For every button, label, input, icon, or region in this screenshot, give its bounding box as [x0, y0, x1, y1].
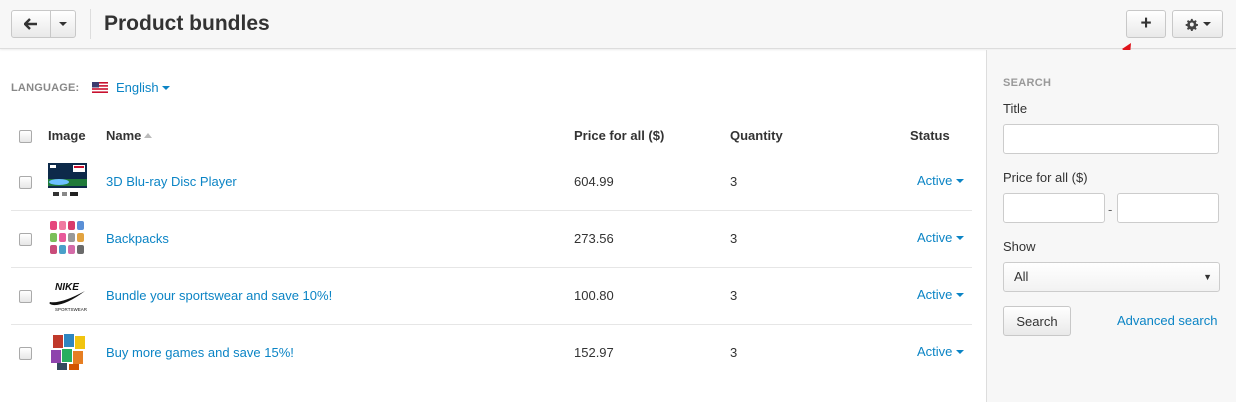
row-status-dropdown[interactable]: Active	[917, 344, 965, 359]
row-name-link[interactable]: 3D Blu-ray Disc Player	[106, 174, 237, 189]
advanced-search-link[interactable]: Advanced search	[1117, 313, 1217, 328]
chevron-down-icon	[956, 179, 965, 183]
search-button[interactable]: Search	[1003, 306, 1071, 336]
row-checkbox[interactable]	[19, 347, 32, 360]
sort-ascending-icon	[144, 133, 153, 138]
row-price: 604.99	[574, 174, 614, 189]
price-to-input[interactable]	[1117, 193, 1219, 223]
row-name-link[interactable]: Bundle your sportswear and save 10%!	[106, 288, 332, 303]
row-status-label: Active	[917, 344, 953, 359]
row-quantity: 3	[730, 288, 738, 303]
show-select[interactable]: All ▼	[1003, 262, 1220, 292]
column-header-image: Image	[48, 128, 86, 143]
chevron-down-icon	[1202, 22, 1211, 26]
backpacks-thumbnail[interactable]	[47, 219, 88, 257]
row-price: 100.80	[574, 288, 614, 303]
us-flag-icon	[92, 82, 108, 93]
row-price: 273.56	[574, 231, 614, 246]
chevron-down-icon	[956, 293, 965, 297]
blu-ray-player-thumbnail[interactable]	[47, 162, 88, 200]
column-header-quantity[interactable]: Quantity	[730, 128, 783, 143]
column-header-name-label: Name	[106, 128, 142, 143]
page-title: Product bundles	[104, 12, 270, 35]
row-status-label: Active	[917, 287, 953, 302]
language-label: LANGUAGE:	[11, 82, 80, 94]
toolbar-divider	[90, 9, 91, 39]
row-status-dropdown[interactable]: Active	[917, 230, 965, 245]
show-select-value: All	[1014, 269, 1029, 284]
top-toolbar: Product bundles +	[0, 0, 1236, 49]
row-status-dropdown[interactable]: Active	[917, 173, 965, 188]
row-status-dropdown[interactable]: Active	[917, 287, 965, 302]
chevron-down-icon	[956, 236, 965, 240]
row-quantity: 3	[730, 174, 738, 189]
show-label: Show	[1003, 239, 1036, 254]
language-selector[interactable]: English	[116, 80, 159, 95]
search-sidebar: SEARCH Title Price for all ($) - Show Al…	[986, 50, 1236, 402]
nike-sportswear-logo[interactable]: NIKE SPORTSWEAR	[47, 276, 88, 314]
svg-text:SPORTSWEAR: SPORTSWEAR	[55, 307, 88, 312]
price-label: Price for all ($)	[1003, 170, 1088, 185]
select-arrow-icon: ▼	[1203, 272, 1212, 282]
history-dropdown-button[interactable]	[50, 10, 76, 38]
add-bundle-button[interactable]: +	[1126, 10, 1166, 38]
row-status-label: Active	[917, 230, 953, 245]
title-search-input[interactable]	[1003, 124, 1219, 154]
row-name-link[interactable]: Buy more games and save 15%!	[106, 345, 294, 360]
gear-icon	[1185, 18, 1198, 31]
select-all-checkbox[interactable]	[19, 130, 32, 143]
row-divider	[11, 267, 972, 268]
chevron-down-icon[interactable]	[162, 86, 170, 90]
arrow-left-icon	[24, 18, 37, 30]
row-checkbox[interactable]	[19, 290, 32, 303]
row-divider	[11, 324, 972, 325]
settings-dropdown-button[interactable]	[1172, 10, 1223, 38]
row-name-link[interactable]: Backpacks	[106, 231, 169, 246]
price-from-input[interactable]	[1003, 193, 1105, 223]
chevron-down-icon	[59, 22, 67, 26]
row-quantity: 3	[730, 231, 738, 246]
column-header-price[interactable]: Price for all ($)	[574, 128, 664, 143]
search-heading: SEARCH	[1003, 77, 1052, 89]
games-thumbnail[interactable]	[47, 333, 88, 371]
svg-text:NIKE: NIKE	[55, 282, 79, 293]
column-header-status[interactable]: Status	[910, 128, 950, 143]
column-header-name[interactable]: Name	[106, 128, 153, 143]
price-range-separator: -	[1108, 202, 1113, 217]
chevron-down-icon	[956, 350, 965, 354]
row-status-label: Active	[917, 173, 953, 188]
row-quantity: 3	[730, 345, 738, 360]
row-divider	[11, 210, 972, 211]
row-checkbox[interactable]	[19, 176, 32, 189]
title-label: Title	[1003, 101, 1028, 116]
back-button[interactable]	[11, 10, 51, 38]
row-checkbox[interactable]	[19, 233, 32, 246]
row-price: 152.97	[574, 345, 614, 360]
